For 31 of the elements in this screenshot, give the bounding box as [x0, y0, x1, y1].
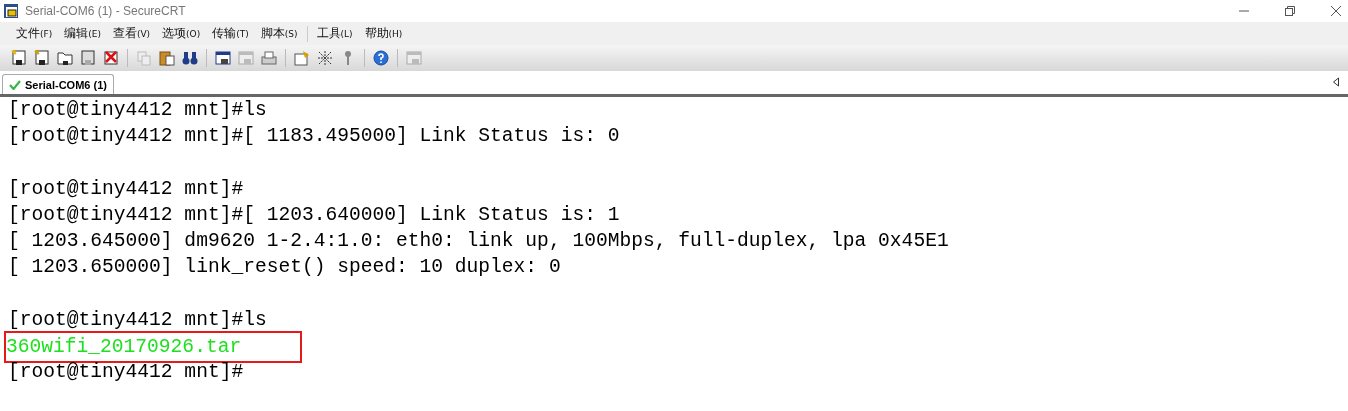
terminal-line: [root@tiny4412 mnt]# [8, 359, 245, 385]
menu-item[interactable]: 文件(F) [10, 23, 59, 44]
paste-icon[interactable] [158, 49, 176, 67]
terminal-line: [root@tiny4412 mnt]#[ 1203.640000] Link Status is: 1 [8, 202, 621, 228]
terminal-line: [root@tiny4412 mnt]#[ 1183.495000] Link Status is: 0 [8, 124, 621, 150]
menu-item[interactable]: 帮助(H) [358, 23, 409, 44]
folder-icon[interactable] [56, 49, 74, 67]
menu-item[interactable]: 编辑(E) [58, 23, 107, 44]
menu-item[interactable]: 选项(O) [156, 23, 207, 44]
terminal-line: [root@tiny4412 mnt]# [8, 176, 245, 202]
terminal-line: [ 1203.650000] link_reset() speed: 10 duplex: 0 [8, 255, 562, 281]
window-icon[interactable] [214, 49, 232, 67]
terminal-line: [ 1203.645000] dm9620 1-2.4:1.0: eth0: link up, 100Mbps, full-duplex, lpa 0x45E1 [8, 228, 950, 254]
menu-item[interactable]: 查看(V) [106, 23, 157, 44]
menu-item[interactable]: 工具(L) [310, 23, 359, 44]
binoculars-icon[interactable] [181, 49, 199, 67]
scroll-left-icon[interactable] [1332, 77, 1340, 87]
terminal-line: [root@tiny4412 mnt]#ls [8, 307, 268, 333]
restore-icon[interactable] [1284, 5, 1296, 17]
checkmark-icon [9, 79, 21, 90]
terminal-line: [root@tiny4412 mnt]#ls [8, 98, 268, 123]
disconnect-icon[interactable] [102, 49, 120, 67]
session-tab[interactable]: Serial-COM6 (1) [2, 74, 114, 94]
printer-icon[interactable] [260, 49, 278, 67]
menu-item[interactable]: 传输(T) [206, 23, 255, 44]
help-icon[interactable] [372, 49, 390, 67]
window-title: Serial-COM6 (1) - SecureCRT [25, 4, 186, 18]
file-name: 360wifi_20170926.tar [6, 332, 300, 361]
app-icon [3, 3, 19, 19]
close-icon[interactable] [1330, 5, 1342, 17]
menu-item[interactable]: 脚本(S) [254, 23, 304, 44]
